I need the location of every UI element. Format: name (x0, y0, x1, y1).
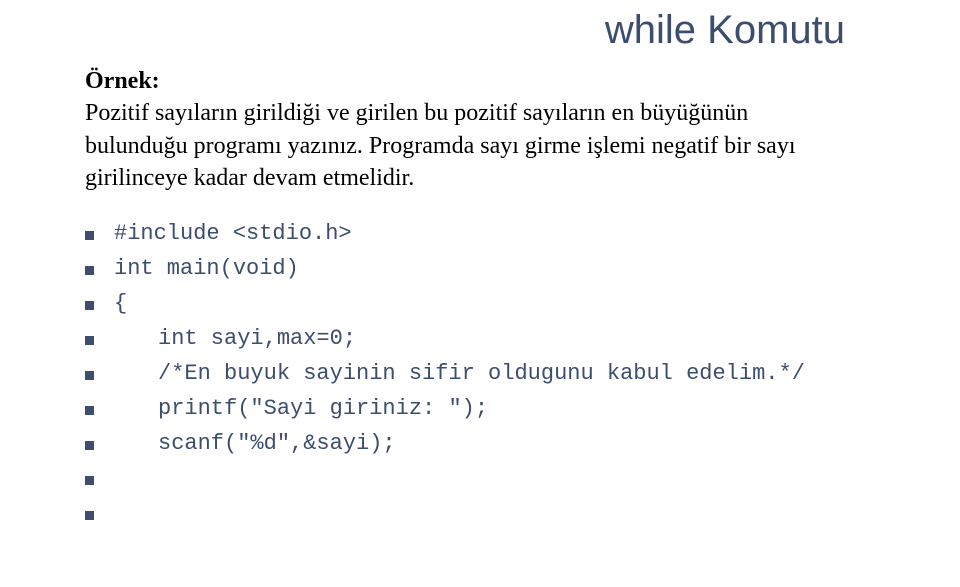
code-text: printf("Sayi giriniz: "); (114, 396, 488, 421)
code-text: /*En buyuk sayinin sifir oldugunu kabul … (114, 361, 805, 386)
bullet-icon (85, 511, 94, 520)
bullet-icon (85, 441, 94, 450)
code-line: { (85, 291, 950, 317)
bullet-icon (85, 476, 94, 485)
bullet-icon (85, 406, 94, 415)
code-text: #include <stdio.h> (114, 221, 352, 246)
code-list: #include <stdio.h> int main(void) { int say… (85, 221, 950, 527)
code-line: scanf("%d",&sayi); (85, 431, 950, 457)
bullet-icon (85, 301, 94, 310)
code-line: #include <stdio.h> (85, 221, 950, 247)
example-label: Örnek: (85, 68, 160, 94)
code-line: printf("Sayi giriniz: "); (85, 396, 950, 422)
code-line (85, 466, 950, 492)
bullet-icon (85, 266, 94, 275)
code-text: { (114, 291, 127, 316)
slide-container: while Komutu Örnek: Pozitif sayıların gi… (0, 0, 960, 587)
example-text-line1: Pozitif sayıların girildiği ve girilen b… (85, 100, 748, 126)
example-text-line2: bulunduğu programı yazınız. Programda sa… (85, 133, 796, 159)
code-line: int main(void) (85, 256, 950, 282)
example-text-line3: girilinceye kadar devam etmelidir. (85, 165, 414, 191)
code-line: int sayi,max=0; (85, 326, 950, 352)
slide-content: Örnek: Pozitif sayıların girildiği ve gi… (85, 65, 950, 536)
bullet-icon (85, 231, 94, 240)
code-text: int sayi,max=0; (114, 326, 356, 351)
bullet-icon (85, 371, 94, 380)
bullet-icon (85, 336, 94, 345)
code-line (85, 501, 950, 527)
code-text: scanf("%d",&sayi); (114, 431, 396, 456)
slide-title: while Komutu (605, 8, 845, 53)
code-text: int main(void) (114, 256, 299, 281)
code-line: /*En buyuk sayinin sifir oldugunu kabul … (85, 361, 950, 387)
example-paragraph: Örnek: Pozitif sayıların girildiği ve gi… (85, 65, 950, 195)
